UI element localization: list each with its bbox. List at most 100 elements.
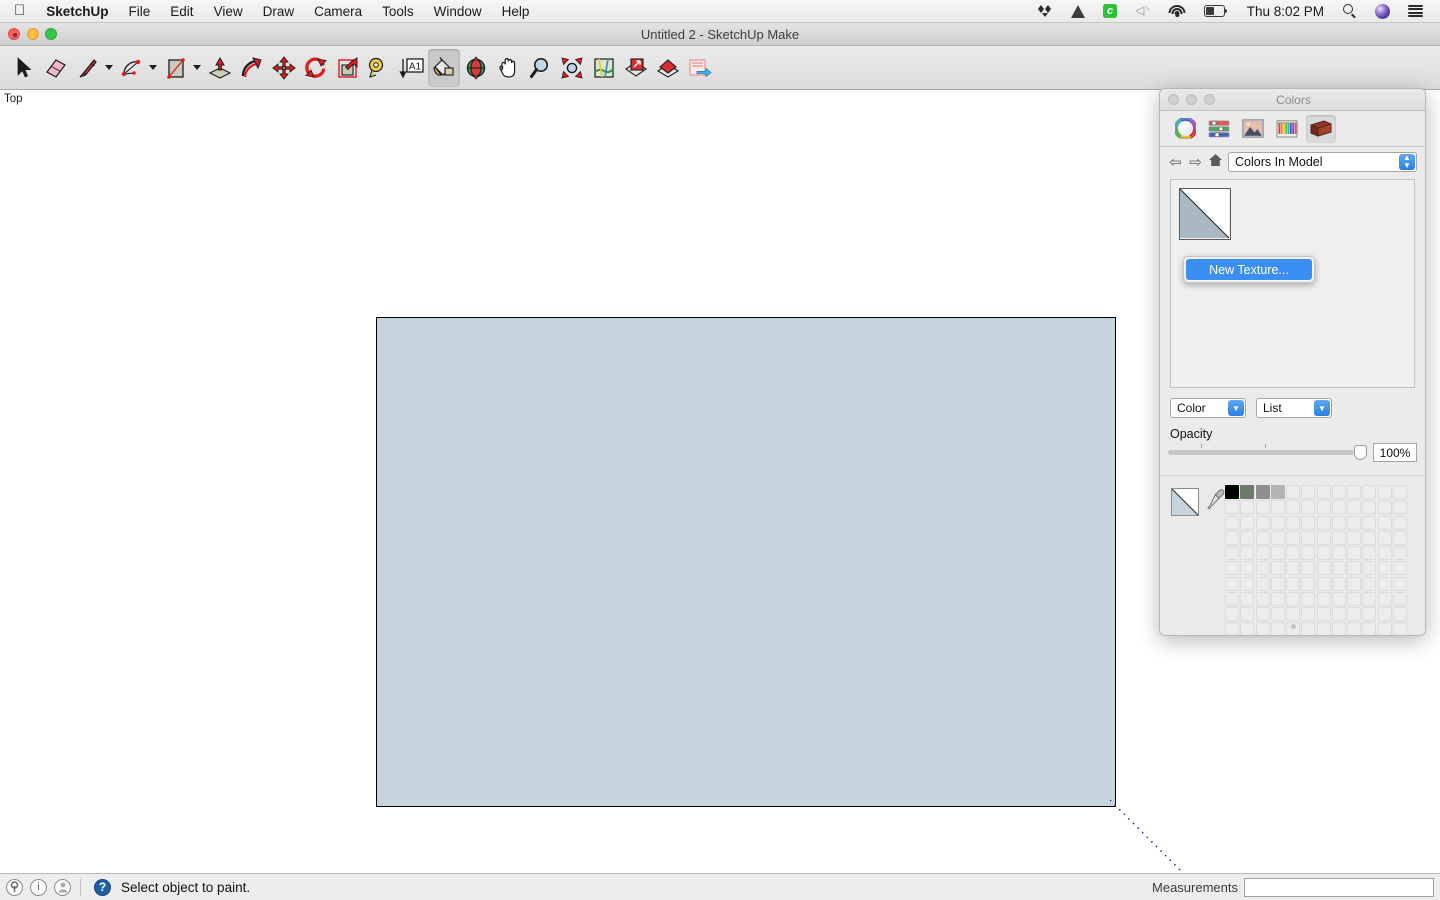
palette-swatch-empty[interactable] bbox=[1255, 591, 1270, 606]
info-icon[interactable]: i bbox=[30, 878, 47, 896]
palette-swatch-empty[interactable] bbox=[1270, 607, 1285, 622]
eyedropper-icon[interactable] bbox=[1206, 488, 1226, 512]
palette-swatch-empty[interactable] bbox=[1286, 576, 1301, 591]
chevron-down-icon[interactable] bbox=[193, 65, 201, 70]
context-menu[interactable]: New Texture... bbox=[1183, 256, 1315, 283]
palette-swatch-empty[interactable] bbox=[1362, 607, 1377, 622]
menu-item-tools[interactable]: Tools bbox=[372, 0, 424, 23]
palette-swatch-empty[interactable] bbox=[1286, 515, 1301, 530]
palette-swatch-empty[interactable] bbox=[1270, 622, 1285, 635]
google-drive-icon[interactable] bbox=[1062, 0, 1094, 23]
zoom-extents-tool[interactable] bbox=[556, 49, 588, 87]
palette-swatch-empty[interactable] bbox=[1392, 607, 1407, 622]
palette-swatch-empty[interactable] bbox=[1316, 576, 1331, 591]
palette-swatch-empty[interactable] bbox=[1240, 561, 1255, 576]
palette-swatch-empty[interactable] bbox=[1316, 485, 1331, 500]
paint-bucket-tool[interactable] bbox=[428, 48, 460, 87]
palette-swatch-empty[interactable] bbox=[1240, 530, 1255, 545]
context-menu-item-new-texture[interactable]: New Texture... bbox=[1186, 259, 1312, 280]
current-material-swatch[interactable] bbox=[1171, 488, 1199, 516]
palette-swatch-empty[interactable] bbox=[1240, 622, 1255, 635]
scale-tool[interactable] bbox=[332, 49, 364, 87]
palette-swatch-empty[interactable] bbox=[1286, 607, 1301, 622]
palette-swatch-empty[interactable] bbox=[1316, 622, 1331, 635]
palette-swatch-empty[interactable] bbox=[1286, 591, 1301, 606]
palette-swatch-empty[interactable] bbox=[1316, 591, 1331, 606]
notification-center-icon[interactable] bbox=[1399, 0, 1432, 23]
palette-swatch-empty[interactable] bbox=[1377, 546, 1392, 561]
move-tool[interactable] bbox=[268, 49, 300, 87]
color-mode-dropdown[interactable]: Color ▼ bbox=[1170, 398, 1246, 418]
eraser-tool[interactable] bbox=[40, 49, 72, 87]
colors-panel-title-bar[interactable]: Colors bbox=[1160, 89, 1425, 111]
materials-list-pane[interactable]: New Texture... bbox=[1170, 179, 1415, 388]
palette-swatch-filled[interactable] bbox=[1225, 485, 1240, 500]
menu-item-help[interactable]: Help bbox=[492, 0, 540, 23]
palette-swatch-empty[interactable] bbox=[1316, 515, 1331, 530]
palette-swatch-empty[interactable] bbox=[1301, 530, 1316, 545]
palette-swatch-empty[interactable] bbox=[1331, 500, 1346, 515]
palette-swatch-empty[interactable] bbox=[1301, 500, 1316, 515]
share-component-tool[interactable] bbox=[684, 49, 716, 87]
palette-swatch-empty[interactable] bbox=[1331, 576, 1346, 591]
palette-swatch-empty[interactable] bbox=[1377, 622, 1392, 635]
tape-measure-tool[interactable] bbox=[364, 49, 396, 87]
wifi-icon[interactable] bbox=[1160, 0, 1195, 23]
palette-swatch-empty[interactable] bbox=[1347, 591, 1362, 606]
menu-item-file[interactable]: File bbox=[119, 0, 161, 23]
palette-swatch-empty[interactable] bbox=[1255, 546, 1270, 561]
palette-swatch-empty[interactable] bbox=[1255, 561, 1270, 576]
palette-swatch-empty[interactable] bbox=[1362, 530, 1377, 545]
menu-item-draw[interactable]: Draw bbox=[253, 0, 305, 23]
palette-swatch-empty[interactable] bbox=[1377, 591, 1392, 606]
palette-swatch-empty[interactable] bbox=[1316, 561, 1331, 576]
orbit-tool[interactable] bbox=[460, 49, 492, 87]
chevron-down-icon[interactable]: ▼ bbox=[1228, 400, 1244, 416]
palette-swatch-empty[interactable] bbox=[1316, 530, 1331, 545]
palette-swatch-empty[interactable] bbox=[1301, 607, 1316, 622]
palette-swatch-empty[interactable] bbox=[1331, 607, 1346, 622]
color-wheel-tab[interactable] bbox=[1170, 115, 1200, 143]
palette-swatch-empty[interactable] bbox=[1240, 607, 1255, 622]
palette-swatch-empty[interactable] bbox=[1347, 607, 1362, 622]
palette-swatch-empty[interactable] bbox=[1301, 515, 1316, 530]
palette-swatch-empty[interactable] bbox=[1225, 530, 1240, 545]
palette-swatch-empty[interactable] bbox=[1347, 485, 1362, 500]
palette-swatch-empty[interactable] bbox=[1347, 500, 1362, 515]
palette-swatch-empty[interactable] bbox=[1270, 576, 1285, 591]
palette-swatch-empty[interactable] bbox=[1347, 576, 1362, 591]
palette-swatch-empty[interactable] bbox=[1301, 546, 1316, 561]
palette-swatch-empty[interactable] bbox=[1270, 591, 1285, 606]
palette-swatch-empty[interactable] bbox=[1240, 576, 1255, 591]
palette-swatch-empty[interactable] bbox=[1331, 515, 1346, 530]
palette-swatch-empty[interactable] bbox=[1392, 515, 1407, 530]
palette-swatch-empty[interactable] bbox=[1362, 576, 1377, 591]
text-tool[interactable]: A1 bbox=[396, 49, 428, 87]
palette-swatch-empty[interactable] bbox=[1316, 546, 1331, 561]
palette-swatch-empty[interactable] bbox=[1392, 576, 1407, 591]
palette-swatch-empty[interactable] bbox=[1392, 500, 1407, 515]
opacity-slider-knob[interactable] bbox=[1354, 445, 1367, 460]
palette-swatch-empty[interactable] bbox=[1255, 622, 1270, 635]
palette-swatch-empty[interactable] bbox=[1225, 546, 1240, 561]
palette-swatch-empty[interactable] bbox=[1301, 561, 1316, 576]
arc-tool[interactable] bbox=[116, 49, 148, 87]
palette-swatch-empty[interactable] bbox=[1347, 546, 1362, 561]
menu-item-sketchup[interactable]: SketchUp bbox=[36, 0, 118, 23]
palette-swatch-empty[interactable] bbox=[1270, 561, 1285, 576]
palette-swatch-empty[interactable] bbox=[1240, 515, 1255, 530]
palette-swatch-empty[interactable] bbox=[1377, 530, 1392, 545]
app-c-icon[interactable]: c bbox=[1094, 0, 1126, 23]
apple-logo-icon[interactable]:  bbox=[0, 3, 36, 18]
get-models-tool[interactable] bbox=[620, 49, 652, 87]
palette-swatch-empty[interactable] bbox=[1392, 485, 1407, 500]
chevron-down-icon[interactable]: ▼ bbox=[1314, 400, 1330, 416]
help-icon[interactable]: ? bbox=[94, 878, 111, 896]
palette-swatch-empty[interactable] bbox=[1377, 607, 1392, 622]
palette-swatch-empty[interactable] bbox=[1331, 546, 1346, 561]
chevron-down-icon[interactable] bbox=[149, 65, 157, 70]
palette-swatch-empty[interactable] bbox=[1225, 576, 1240, 591]
account-icon[interactable] bbox=[54, 878, 71, 896]
geo-location-icon[interactable] bbox=[6, 878, 23, 896]
palette-swatch-empty[interactable] bbox=[1316, 500, 1331, 515]
